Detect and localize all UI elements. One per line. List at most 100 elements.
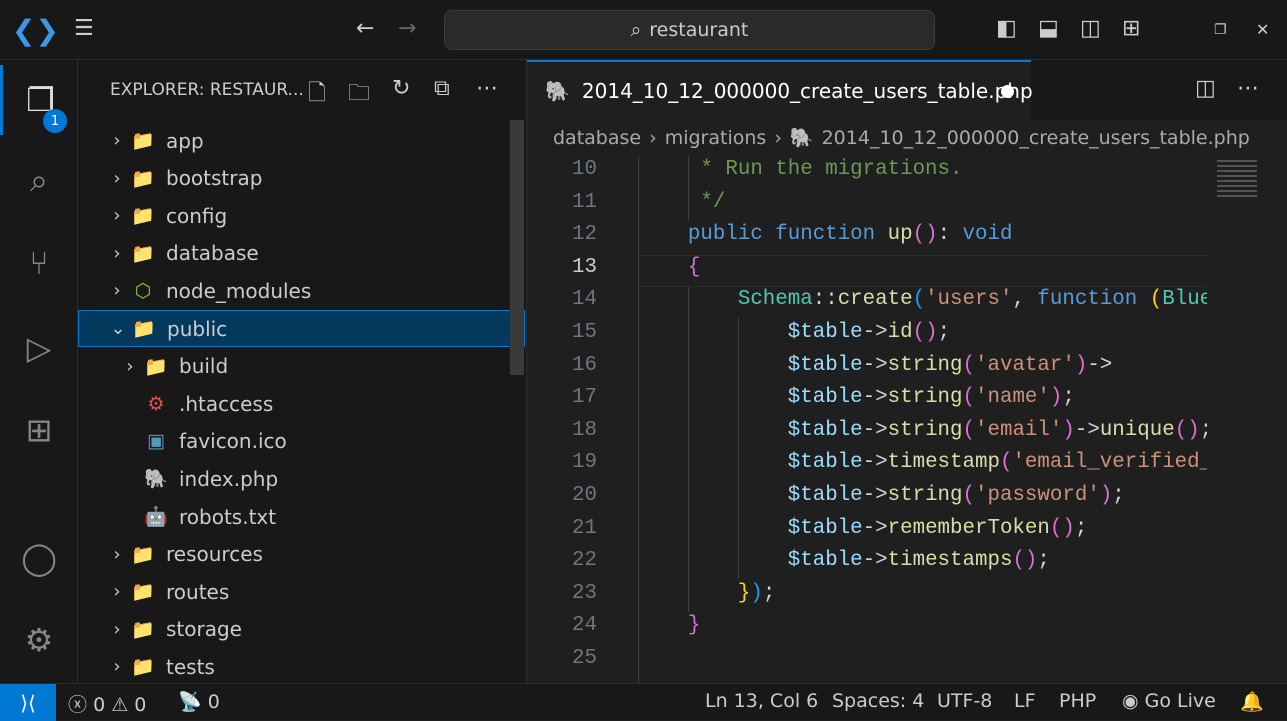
code-token: ( — [999, 451, 1013, 475]
code-token: ) — [1062, 418, 1075, 442]
code-token: string — [887, 386, 963, 410]
explorer-icon[interactable]: ❐ 1 — [0, 65, 78, 135]
more-actions-icon[interactable]: ⋯ — [476, 76, 498, 101]
new-folder-icon[interactable]: 🗀 — [348, 76, 370, 114]
cursor-position[interactable]: Ln 13, Col 6 — [705, 690, 818, 712]
code-token: timestamp — [887, 451, 1000, 475]
editor-more-icon[interactable]: ⋯ — [1237, 76, 1259, 101]
code-token: ( — [1149, 288, 1163, 312]
code-token: * Run the migrations. — [638, 158, 963, 181]
toggle-panel-icon[interactable]: ⬓ — [1038, 16, 1059, 41]
code-token: string — [887, 353, 963, 377]
chevron-right-icon: › — [126, 355, 134, 377]
breadcrumb-migrations[interactable]: migrations — [665, 127, 767, 149]
code-token: : — [937, 223, 963, 247]
code-token: ( — [912, 288, 926, 312]
code-token: up — [887, 223, 913, 247]
gear-file-icon: ⚙ — [147, 392, 165, 415]
close-window-icon[interactable]: ✕ — [1256, 20, 1269, 39]
line-number: 18 — [572, 418, 597, 442]
code-token: 'email_verified_at' — [1012, 451, 1207, 475]
tree-item[interactable]: › 📁 resources — [78, 536, 525, 573]
code-token: -> — [862, 549, 888, 573]
folder-icon: 📁 — [131, 543, 155, 566]
sidebar-scrollbar[interactable] — [510, 120, 524, 375]
notifications-bell-icon[interactable]: 🔔 — [1240, 690, 1264, 713]
tree-item[interactable]: › 📁 database — [78, 235, 525, 272]
tree-item[interactable]: › ⬡ node_modules — [78, 272, 525, 309]
breadcrumb-database[interactable]: database — [553, 127, 641, 149]
tree-item[interactable]: › 📁 tests — [78, 648, 525, 685]
ports-indicator[interactable]: 📡 0 — [178, 690, 220, 713]
robot-file-icon: 🤖 — [144, 506, 168, 528]
code-line: Schema::create('users', function (Bluepr… — [638, 288, 1207, 311]
collapse-all-icon[interactable]: ⧉ — [434, 76, 450, 101]
accounts-icon[interactable]: ◯ — [0, 523, 78, 593]
encoding[interactable]: UTF-8 — [937, 690, 992, 712]
end-of-line[interactable]: LF — [1014, 690, 1036, 712]
code-token: -> — [862, 386, 888, 410]
indentation[interactable]: Spaces: 4 — [832, 690, 924, 712]
split-editor-icon[interactable]: ◫ — [1195, 76, 1216, 101]
back-arrow-icon[interactable]: ← — [356, 16, 374, 41]
new-file-icon[interactable]: 🗋 — [308, 76, 326, 114]
tree-item[interactable]: › 📁 app — [78, 122, 525, 159]
tree-item-label: resources — [166, 542, 263, 567]
code-editor[interactable]: 10 * Run the migrations. 11 */ 12 public f… — [527, 156, 1207, 683]
search-icon: ⌕ — [630, 19, 642, 41]
explorer-title: EXPLORER: RESTAUR... — [110, 80, 304, 100]
tree-item[interactable]: 🐘 index.php — [78, 460, 525, 497]
code-line: * Run the migrations. — [638, 158, 962, 181]
tree-item[interactable]: › 📁 build — [78, 348, 525, 385]
code-token: ( — [962, 353, 975, 377]
toggle-sidebar-icon[interactable]: ◧ — [996, 16, 1017, 41]
settings-gear-icon[interactable]: ⚙ — [0, 605, 78, 675]
tree-item[interactable]: › 📁 routes — [78, 573, 525, 610]
code-token: timestamps — [887, 549, 1013, 573]
command-center-search[interactable]: ⌕ restaurant — [444, 10, 935, 50]
extensions-icon[interactable]: ⊞ — [0, 395, 78, 465]
language-mode[interactable]: PHP — [1059, 690, 1096, 712]
code-token: ) — [1074, 353, 1088, 377]
tree-item[interactable]: ▣ favicon.ico — [78, 423, 525, 460]
code-token: 'password' — [975, 484, 1100, 507]
forward-arrow-icon[interactable]: → — [398, 16, 416, 41]
refresh-icon[interactable]: ↻ — [392, 76, 410, 101]
chevron-right-icon: › — [113, 280, 121, 302]
source-control-icon[interactable]: ⑂ — [0, 228, 78, 298]
restore-window-icon[interactable]: ❐ — [1214, 22, 1227, 38]
search-view-icon[interactable]: ⌕ — [0, 145, 78, 215]
toggle-secondary-sidebar-icon[interactable]: ◫ — [1080, 16, 1101, 41]
run-debug-icon[interactable]: ▷ — [0, 313, 78, 383]
unsaved-dot-icon[interactable] — [1001, 85, 1014, 98]
code-token: void — [962, 223, 1013, 247]
php-file-icon: 🐘 — [789, 127, 814, 149]
code-token: } — [638, 614, 701, 638]
line-number: 11 — [572, 190, 597, 214]
code-token: -> — [862, 484, 888, 507]
tree-item[interactable]: ⌄ 📁 public — [78, 310, 525, 347]
tree-item[interactable]: › 📁 bootstrap — [78, 160, 525, 197]
tree-item-label: build — [179, 354, 229, 379]
tree-item[interactable]: 🤖 robots.txt — [78, 498, 525, 535]
code-token: () — [1174, 418, 1200, 442]
code-token: -> — [1087, 353, 1113, 377]
breadcrumb-file[interactable]: 2014_10_12_000000_create_users_table.php — [822, 127, 1250, 149]
problems-indicator[interactable]: ⓧ 0 ⚠ 0 — [68, 690, 146, 717]
tree-item[interactable]: ⚙ .htaccess — [78, 385, 525, 422]
go-live-button[interactable]: ◉ Go Live — [1122, 690, 1216, 712]
tab-create-users-table[interactable]: 🐘 2014_10_12_000000_create_users_table.p… — [527, 60, 1033, 120]
remote-indicator-icon[interactable]: ⟩⟨ — [0, 684, 56, 721]
folder-icon: 📁 — [144, 355, 168, 378]
customize-layout-icon[interactable]: ⊞ — [1122, 16, 1140, 41]
tree-item[interactable]: › 📁 config — [78, 197, 525, 234]
code-token: ) — [1049, 386, 1063, 410]
explorer-badge: 1 — [43, 109, 67, 133]
chevron-right-icon: › — [113, 242, 121, 264]
menu-icon[interactable]: ☰ — [74, 16, 94, 41]
tree-item[interactable]: › 📁 storage — [78, 611, 525, 648]
tree-item-label: robots.txt — [179, 504, 277, 529]
minimap[interactable] — [1209, 156, 1279, 683]
title-bar: ❮❯ ☰ ← → ⌕ restaurant ◧ ⬓ ◫ ⊞ ❐ ✕ — [0, 0, 1287, 60]
line-number: 23 — [572, 581, 597, 605]
